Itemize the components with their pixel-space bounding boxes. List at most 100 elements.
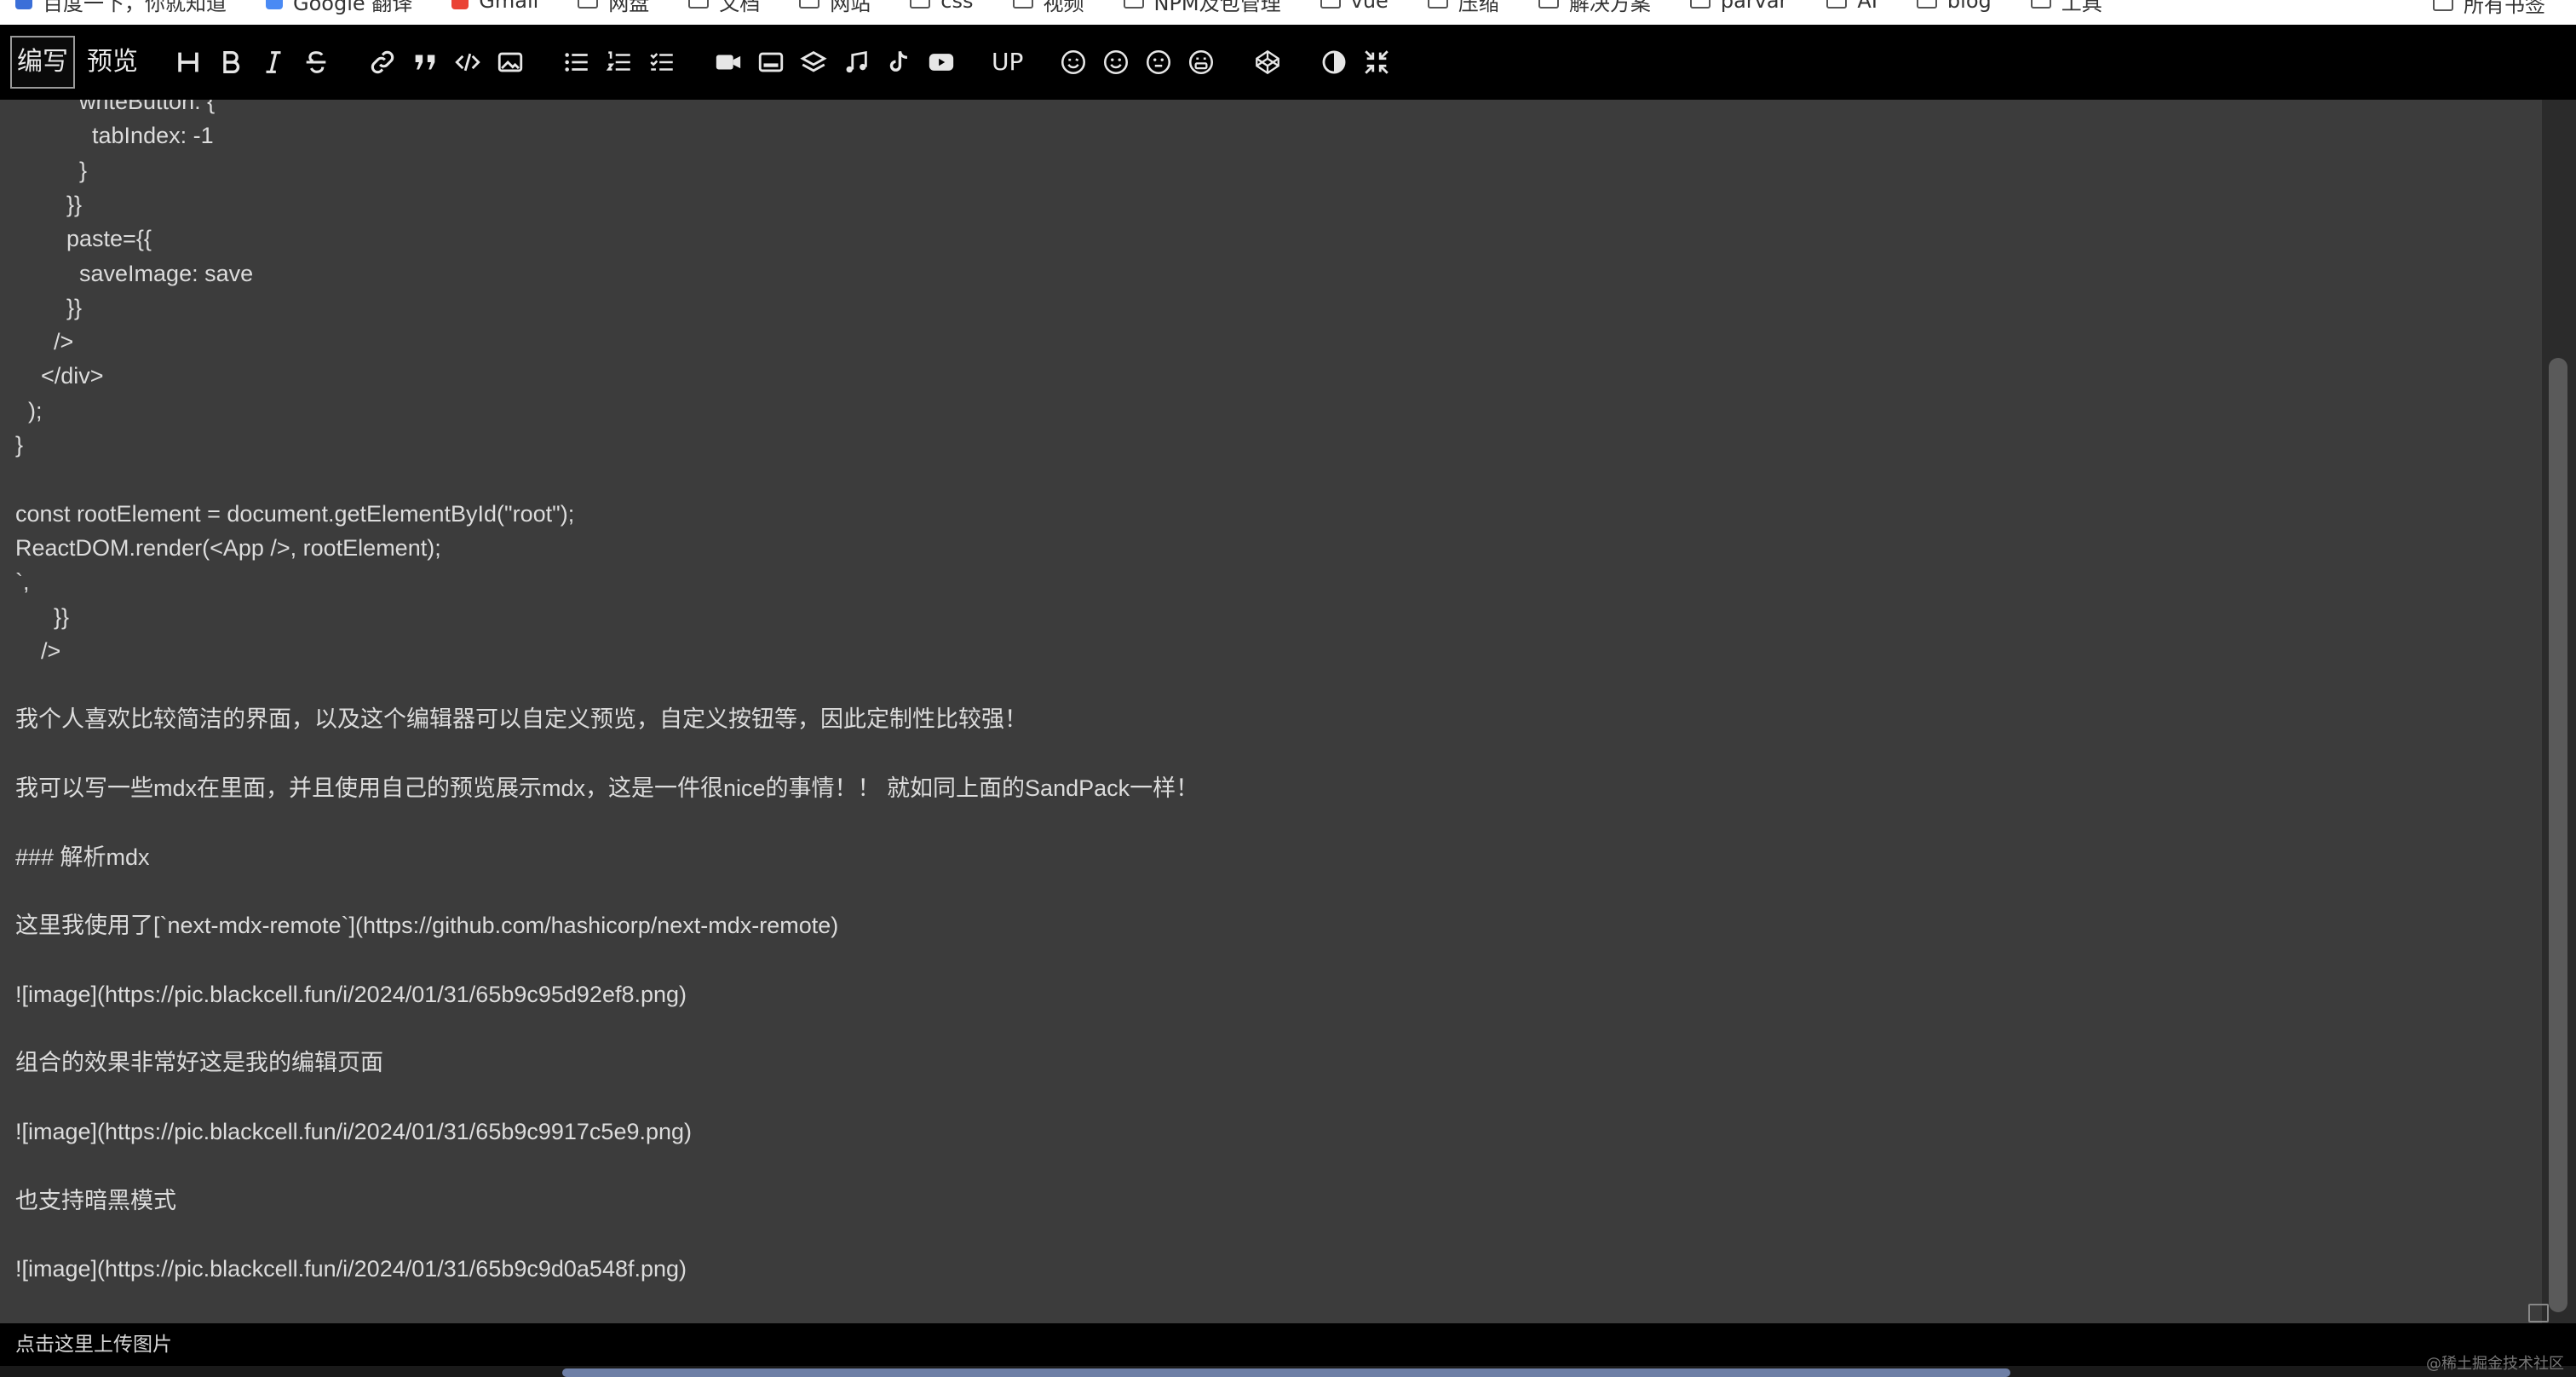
link-icon <box>371 50 394 74</box>
youtube-button[interactable] <box>920 36 963 89</box>
music-button[interactable] <box>835 36 877 89</box>
editor-line: } <box>15 432 24 458</box>
emoji-smile-button[interactable] <box>1095 36 1137 89</box>
bookmark-item[interactable]: css <box>910 0 974 13</box>
strikethrough-button[interactable] <box>295 36 337 89</box>
codepen-button[interactable] <box>1246 36 1289 89</box>
bookmark-label: vue <box>1350 0 1389 13</box>
tab-write[interactable]: 编写 <box>10 36 75 89</box>
unordered-list-button[interactable] <box>555 36 598 89</box>
up-button[interactable]: UP <box>986 36 1028 89</box>
bookmark-label: 视频 <box>1043 0 1084 15</box>
link-button[interactable] <box>361 36 404 89</box>
folder-icon <box>799 0 820 9</box>
bookmark-label: NPM及包管理 <box>1153 0 1281 15</box>
bookmark-item[interactable]: Google 翻译 <box>266 0 412 16</box>
editor-line: </div> <box>15 363 104 389</box>
bookmark-item[interactable]: parvar <box>1689 0 1787 13</box>
ordered-list-button[interactable] <box>598 36 641 89</box>
bookmark-item[interactable]: 解决方案 <box>1538 0 1651 16</box>
editor-line: /> <box>15 329 74 355</box>
folder-icon <box>910 0 931 9</box>
bookmark-item[interactable]: Gmail <box>451 0 538 13</box>
baidu-favicon-icon <box>15 0 32 9</box>
editor-line: tabIndex: -1 <box>15 123 214 149</box>
editor-line: 也支持暗黑模式 <box>15 1187 176 1213</box>
video-button[interactable] <box>707 36 750 89</box>
bookmark-item[interactable]: blog <box>1916 0 1992 13</box>
italic-button[interactable] <box>252 36 295 89</box>
emoji-smile-icon <box>1104 49 1129 75</box>
editor-line: `, <box>15 569 30 596</box>
video-camera-icon <box>716 55 741 70</box>
bookmark-label: css <box>940 0 974 13</box>
emoji-grin-icon <box>1189 49 1214 75</box>
folder-icon <box>1427 0 1448 9</box>
bookmark-item[interactable]: 文档 <box>688 0 760 16</box>
editor-line: 我个人喜欢比较简洁的界面，以及这个编辑器可以自定义预览，自定义按钮等，因此定制性… <box>15 706 1027 733</box>
folder-icon <box>578 0 599 9</box>
emoji-neutral-button[interactable] <box>1137 36 1180 89</box>
heading-icon <box>178 52 198 72</box>
italic-icon <box>266 51 281 73</box>
layers-icon <box>800 51 827 72</box>
editor-line: }} <box>15 294 83 320</box>
theme-toggle-button[interactable] <box>1313 36 1355 89</box>
tiktok-button[interactable] <box>877 36 920 89</box>
editor-line: ![image](https://pic.blackcell.fun/i/202… <box>15 981 687 1007</box>
folder-icon <box>688 0 710 9</box>
editor-toolbar: 编写 预览 UP <box>0 25 2576 100</box>
bookmark-label: 压缩 <box>1458 0 1499 15</box>
bookmarks-bar: 百度一下，你就知道 Google 翻译 Gmail 网盘 文档 网站 css 视频 NPM及包管… <box>0 0 2576 26</box>
emoji-wink-button[interactable] <box>1052 36 1095 89</box>
upload-image-link[interactable]: 点击这里上传图片 <box>15 1323 172 1366</box>
layers-button[interactable] <box>792 36 835 89</box>
scrollbar-thumb[interactable] <box>2549 358 2567 1312</box>
markdown-editor[interactable]: writeButton: { tabIndex: -1 } }} paste={… <box>0 100 2542 1323</box>
bookmark-item[interactable]: 网盘 <box>578 0 649 16</box>
code-button[interactable] <box>446 36 489 89</box>
folder-icon <box>1012 0 1033 9</box>
unordered-list-icon <box>565 53 588 72</box>
emoji-grin-button[interactable] <box>1180 36 1222 89</box>
bookmark-label: Google 翻译 <box>293 0 413 15</box>
heading-button[interactable] <box>167 36 210 89</box>
bookmark-item[interactable]: 百度一下，你就知道 <box>15 0 227 16</box>
bookmark-item[interactable]: 工具 <box>2030 0 2102 16</box>
bold-icon <box>223 50 240 74</box>
tiktok-icon <box>889 50 908 72</box>
task-list-button[interactable] <box>641 36 683 89</box>
embed-button[interactable] <box>750 36 792 89</box>
folder-icon <box>1916 0 1937 9</box>
resize-handle[interactable] <box>2528 1304 2549 1322</box>
fullscreen-exit-button[interactable] <box>1355 36 1398 89</box>
bookmark-item[interactable]: 网站 <box>799 0 871 16</box>
quote-button[interactable] <box>404 36 446 89</box>
horizontal-scroll-handle[interactable] <box>562 1368 2010 1377</box>
image-button[interactable] <box>489 36 532 89</box>
gmail-favicon-icon <box>451 0 469 9</box>
all-bookmarks-button[interactable]: 所有书签 <box>2433 0 2545 18</box>
embed-icon <box>758 52 784 72</box>
tab-preview[interactable]: 预览 <box>82 36 143 89</box>
editor-line: ); <box>15 397 43 423</box>
youtube-icon <box>929 54 954 71</box>
folder-icon <box>1826 0 1848 9</box>
strikethrough-icon <box>306 51 326 73</box>
music-note-icon <box>846 50 867 73</box>
bookmark-item[interactable]: 压缩 <box>1427 0 1499 16</box>
folder-icon <box>1689 0 1711 9</box>
emoji-neutral-icon <box>1147 49 1171 75</box>
editor-line: }} <box>15 603 70 630</box>
bookmark-label: 工具 <box>2061 0 2102 15</box>
bold-button[interactable] <box>210 36 252 89</box>
bookmark-item[interactable]: 视频 <box>1012 0 1084 16</box>
bookmark-item[interactable]: vue <box>1320 0 1389 13</box>
ordered-list-icon <box>606 51 630 71</box>
bookmark-item[interactable]: NPM及包管理 <box>1123 0 1281 16</box>
bookmark-item[interactable]: AI <box>1826 0 1877 13</box>
editor-line: 这里我使用了[`next-mdx-remote`](https://github… <box>15 913 839 939</box>
folder-icon <box>2030 0 2051 9</box>
contrast-icon <box>1322 50 1346 74</box>
editor-line: paste={{ <box>15 226 152 252</box>
